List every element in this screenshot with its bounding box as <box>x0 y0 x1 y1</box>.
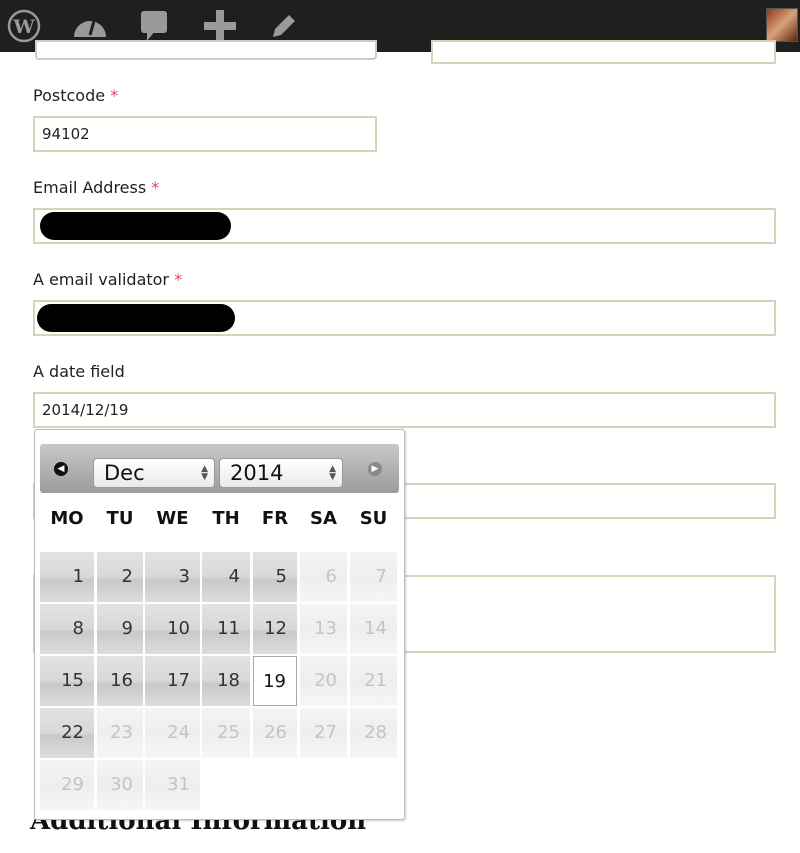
previous-field-right[interactable] <box>431 40 776 64</box>
email-validator-label: A email validator * <box>33 270 183 289</box>
calendar-day[interactable]: 1 <box>40 552 94 602</box>
calendar-day[interactable]: 7 <box>350 552 397 602</box>
calendar-day[interactable]: 11 <box>202 604 250 654</box>
calendar-day[interactable]: 22 <box>40 708 94 758</box>
calendar-day[interactable]: 18 <box>202 656 250 706</box>
date-label: A date field <box>33 362 125 381</box>
postcode-input[interactable]: 94102 <box>33 116 377 152</box>
calendar-day[interactable]: 27 <box>300 708 347 758</box>
calendar-day[interactable]: 21 <box>350 656 397 706</box>
weekday-header: SU <box>359 508 388 529</box>
datepicker-header: ◀ Dec ▲ ▼ 2014 ▲ ▼ ▶ <box>40 444 399 493</box>
calendar-day[interactable]: 3 <box>145 552 200 602</box>
date-input[interactable]: 2014/12/19 <box>33 392 776 428</box>
calendar-day[interactable]: 13 <box>300 604 347 654</box>
calendar-day[interactable]: 23 <box>97 708 143 758</box>
calendar-day[interactable]: 2 <box>97 552 143 602</box>
calendar-day[interactable]: 14 <box>350 604 397 654</box>
weekday-header: TU <box>106 508 134 529</box>
calendar-day[interactable]: 6 <box>300 552 347 602</box>
calendar-day[interactable]: 8 <box>40 604 94 654</box>
weekday-header: SA <box>310 508 337 529</box>
calendar-day[interactable]: 26 <box>253 708 297 758</box>
datepicker: ◀ Dec ▲ ▼ 2014 ▲ ▼ ▶ MO TU WE TH FR SA SU 12345678… <box>34 429 405 820</box>
calendar-day[interactable]: 17 <box>145 656 200 706</box>
calendar-day[interactable]: 10 <box>145 604 200 654</box>
year-select[interactable]: 2014 ▲ ▼ <box>219 458 343 488</box>
add-new-icon[interactable] <box>202 8 238 44</box>
weekday-header: MO <box>50 508 84 529</box>
calendar-day[interactable]: 15 <box>40 656 94 706</box>
edit-icon[interactable] <box>266 8 302 44</box>
calendar-day[interactable]: 16 <box>97 656 143 706</box>
calendar-day[interactable]: 4 <box>202 552 250 602</box>
calendar-day[interactable]: 28 <box>350 708 397 758</box>
previous-field-left[interactable] <box>35 40 377 60</box>
comments-icon[interactable] <box>136 8 172 44</box>
next-arrow-icon[interactable]: ▶ <box>368 462 382 476</box>
user-avatar[interactable] <box>766 8 798 42</box>
dashboard-icon[interactable] <box>72 8 108 44</box>
calendar-day[interactable]: 29 <box>40 760 94 810</box>
calendar-day[interactable]: 25 <box>202 708 250 758</box>
calendar-day[interactable]: 9 <box>97 604 143 654</box>
weekday-header: WE <box>156 508 189 529</box>
calendar-day[interactable]: 5 <box>253 552 297 602</box>
calendar-day[interactable]: 30 <box>97 760 143 810</box>
calendar-day[interactable]: 24 <box>145 708 200 758</box>
month-select[interactable]: Dec ▲ ▼ <box>93 458 215 488</box>
weekday-header: FR <box>261 508 289 529</box>
calendar-day[interactable]: 12 <box>253 604 297 654</box>
svg-text:W: W <box>12 16 35 38</box>
redacted-email-validator <box>37 304 235 332</box>
postcode-label: Postcode * <box>33 86 119 105</box>
email-label: Email Address * <box>33 178 160 197</box>
calendar-day[interactable]: 31 <box>145 760 200 810</box>
wordpress-icon[interactable]: W <box>6 8 42 44</box>
redacted-email <box>40 212 231 240</box>
calendar-day[interactable]: 20 <box>300 656 347 706</box>
calendar-day[interactable]: 19 <box>253 656 297 706</box>
weekday-header: TH <box>212 508 240 529</box>
prev-arrow-icon[interactable]: ◀ <box>54 462 68 476</box>
